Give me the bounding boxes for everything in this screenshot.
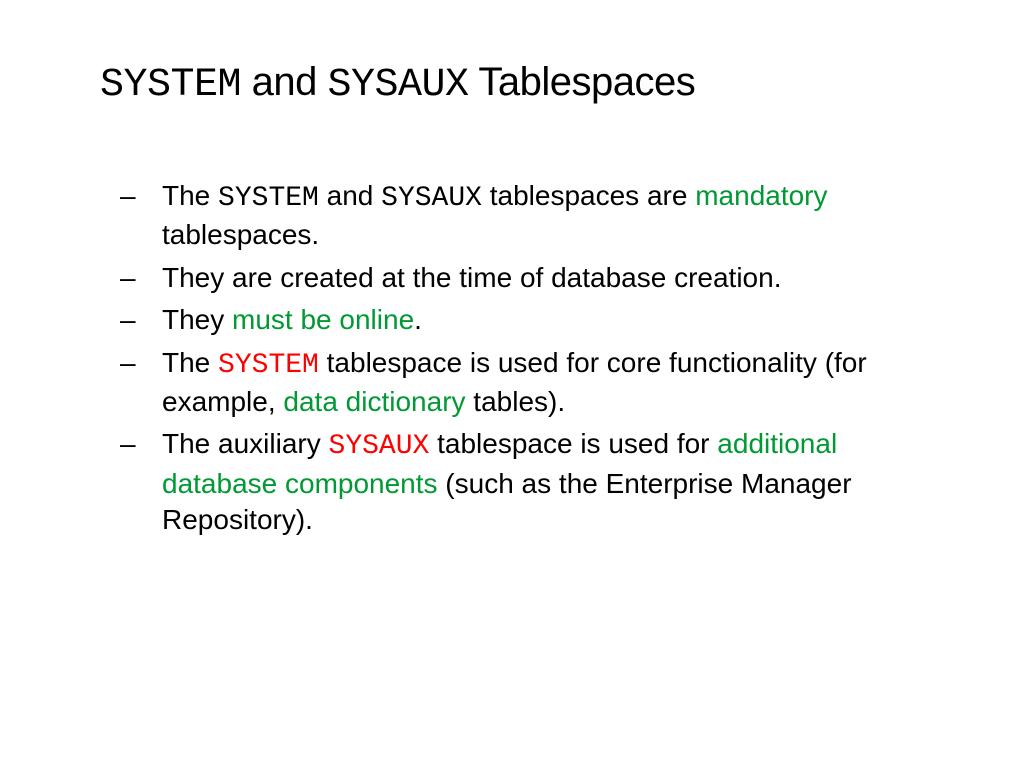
bullet-text-segment: The auxiliary bbox=[162, 428, 329, 459]
bullet-item: They must be online. bbox=[120, 302, 924, 338]
title-text-tablespaces: Tablespaces bbox=[469, 60, 696, 104]
slide-title: SYSTEM and SYSAUX Tablespaces bbox=[100, 60, 924, 108]
bullet-text-segment: SYSAUX bbox=[381, 183, 482, 214]
title-code-sysaux: SYSAUX bbox=[328, 63, 469, 108]
bullet-item: The SYSTEM and SYSAUX tablespaces are ma… bbox=[120, 178, 924, 254]
bullet-text-segment: tablespaces. bbox=[162, 219, 319, 250]
bullet-text-segment: and bbox=[319, 180, 381, 211]
bullet-text-segment: SYSTEM bbox=[218, 183, 319, 214]
bullet-text-segment: must be online bbox=[232, 304, 414, 335]
bullet-text-segment: SYSTEM bbox=[218, 350, 319, 381]
bullet-text-segment: tablespace is used for bbox=[429, 428, 717, 459]
bullet-text-segment: The bbox=[162, 347, 218, 378]
bullet-item: The auxiliary SYSAUX tablespace is used … bbox=[120, 426, 924, 538]
bullet-text-segment: tables). bbox=[466, 386, 566, 417]
bullet-text-segment: data dictionary bbox=[283, 386, 465, 417]
title-text-and: and bbox=[241, 60, 327, 104]
slide: SYSTEM and SYSAUX Tablespaces The SYSTEM… bbox=[0, 0, 1024, 585]
bullet-text-segment: . bbox=[414, 304, 422, 335]
bullet-text-segment: mandatory bbox=[695, 180, 827, 211]
bullet-list: The SYSTEM and SYSAUX tablespaces are ma… bbox=[100, 178, 924, 539]
bullet-text-segment: The bbox=[162, 180, 218, 211]
bullet-item: They are created at the time of database… bbox=[120, 260, 924, 296]
bullet-item: The SYSTEM tablespace is used for core f… bbox=[120, 345, 924, 421]
bullet-text-segment: They are created at the time of database… bbox=[162, 262, 781, 293]
bullet-text-segment: They bbox=[162, 304, 232, 335]
bullet-text-segment: SYSAUX bbox=[329, 431, 430, 462]
title-code-system: SYSTEM bbox=[100, 63, 241, 108]
bullet-text-segment: tablespaces are bbox=[482, 180, 695, 211]
